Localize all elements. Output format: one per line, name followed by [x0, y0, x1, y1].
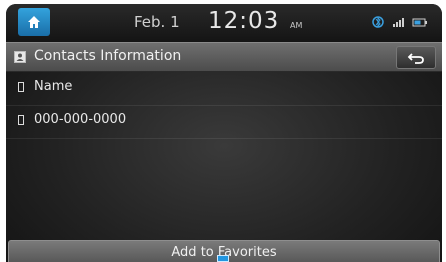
status-ampm: AM [290, 21, 303, 30]
page-title: Contacts Information [34, 48, 182, 64]
back-arrow-icon [407, 52, 424, 64]
battery-icon [412, 18, 427, 27]
status-date: Feb. 1 [134, 13, 180, 31]
bluetooth-icon [372, 16, 384, 28]
contact-phone-row[interactable]: 000-000-0000 [6, 104, 442, 139]
status-icons [370, 16, 428, 28]
signal-icon [393, 18, 404, 27]
status-time: 12:03 [208, 8, 280, 34]
contact-name: Name [34, 79, 73, 94]
name-marker-icon [18, 82, 24, 92]
contacts-icon [14, 51, 26, 63]
contacts-screen: Feb. 1 12:03 AM Contacts Information Nam… [6, 4, 442, 262]
page-indicator [217, 255, 229, 262]
contact-phone: 000-000-0000 [34, 112, 127, 127]
home-icon [28, 16, 40, 28]
title-bar: Contacts Information [6, 42, 442, 72]
status-bar: Feb. 1 12:03 AM [6, 4, 442, 42]
phone-marker-icon [18, 115, 24, 125]
contact-name-row[interactable]: Name [6, 71, 442, 106]
home-button[interactable] [18, 8, 50, 36]
back-button[interactable] [396, 46, 436, 69]
